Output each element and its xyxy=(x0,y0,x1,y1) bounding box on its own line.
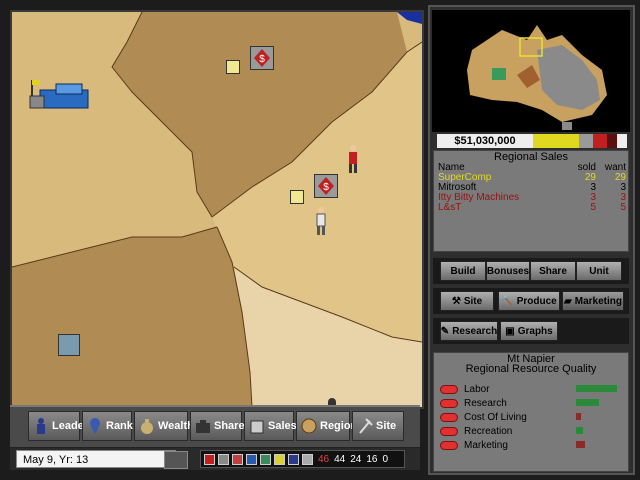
minimap[interactable] xyxy=(432,10,630,132)
finance-bar: $51,030,000 xyxy=(437,134,627,148)
sales-row: L&sT 5 5 xyxy=(434,203,628,213)
office-building-icon[interactable] xyxy=(58,334,80,356)
filter-gray-icon[interactable] xyxy=(218,453,229,465)
sales-sold: 5 xyxy=(590,202,596,213)
filter-yellow-icon[interactable] xyxy=(274,453,285,465)
build-button[interactable]: Build xyxy=(440,261,486,281)
pickaxe-icon xyxy=(357,417,373,435)
research-button[interactable]: ✎ Research xyxy=(440,321,498,341)
resource-label: Cost Of Living xyxy=(464,411,527,423)
keyboard-icon[interactable] xyxy=(164,451,188,469)
billboard-icon[interactable] xyxy=(226,60,240,74)
svg-text:$: $ xyxy=(323,182,329,193)
share-bar-red xyxy=(593,134,607,148)
resource-level-bar xyxy=(576,413,581,420)
factory-building-icon[interactable] xyxy=(26,78,94,112)
resource-row[interactable]: Recreation xyxy=(440,425,626,437)
site-button[interactable]: Site xyxy=(352,411,404,441)
resource-level-bar xyxy=(576,427,583,434)
filter-competitor-icon[interactable] xyxy=(232,453,243,465)
resource-row[interactable]: Marketing xyxy=(440,439,626,451)
resource-toggle-icon[interactable] xyxy=(440,398,458,408)
player-agent-icon[interactable] xyxy=(314,206,328,236)
resource-toggle-icon[interactable] xyxy=(440,384,458,394)
pen-icon: ✎ xyxy=(440,325,450,337)
sales-row: Itty Bitty Machines 3 3 xyxy=(434,193,628,203)
filter-red-icon[interactable] xyxy=(204,453,215,465)
game-map[interactable]: $ $ xyxy=(10,10,424,409)
marketing-button[interactable]: ▰ Marketing xyxy=(562,291,624,311)
pickaxe-icon: ⚒ xyxy=(451,295,461,307)
resource-toggle-icon[interactable] xyxy=(440,426,458,436)
resource-toggle-icon[interactable] xyxy=(440,412,458,422)
rival-agent-icon[interactable] xyxy=(346,144,360,174)
money-display: $51,030,000 xyxy=(454,135,516,147)
register-icon xyxy=(249,417,265,435)
resource-label: Recreation xyxy=(464,425,513,437)
filter-white-icon[interactable] xyxy=(302,453,313,465)
hammer-icon: 🔨 xyxy=(501,295,514,307)
region-resource-panel: Mt Napier Regional Resource Quality Labo… xyxy=(433,352,629,472)
share-tab-button[interactable]: Share xyxy=(530,261,576,281)
filter-navy-icon[interactable] xyxy=(288,453,299,465)
svg-text:$: $ xyxy=(259,54,265,65)
megaphone-icon: ▰ xyxy=(564,295,572,307)
icon-strip: 46 44 24 16 0 xyxy=(200,450,405,468)
filter-green-icon[interactable] xyxy=(260,453,271,465)
rank-button[interactable]: Rank xyxy=(82,411,133,441)
ribbon-icon xyxy=(87,417,103,435)
date-display: May 9, Yr: 13 xyxy=(16,450,176,468)
share-bar-yellow xyxy=(533,134,579,148)
regional-sales-table: Regional Sales Name sold want SuperComp 2… xyxy=(433,150,629,252)
resource-row[interactable]: Research xyxy=(440,397,626,409)
box-icon: ▣ xyxy=(505,325,515,337)
counter: 46 xyxy=(318,453,330,465)
sales-button[interactable]: Sales xyxy=(244,411,297,441)
resource-label: Research xyxy=(464,397,507,409)
unit-button[interactable]: Unit xyxy=(576,261,622,281)
resource-row[interactable]: Cost Of Living xyxy=(440,411,626,423)
resource-label: Marketing xyxy=(464,439,508,451)
filter-blue-icon[interactable] xyxy=(246,453,257,465)
region-subtitle: Regional Resource Quality xyxy=(465,363,597,375)
billboard-icon[interactable] xyxy=(290,190,304,204)
competitor-site-icon[interactable]: $ xyxy=(314,174,338,198)
resource-level-bar xyxy=(576,441,585,448)
resource-row[interactable]: Labor xyxy=(440,383,626,395)
bonuses-button[interactable]: Bonuses xyxy=(486,261,530,281)
competitor-site-icon[interactable]: $ xyxy=(250,46,274,70)
produce-button[interactable]: 🔨 Produce xyxy=(498,291,560,311)
resource-level-bar xyxy=(576,399,599,406)
resource-label: Labor xyxy=(464,383,490,395)
share-bar-darkred xyxy=(607,134,617,148)
counter: 16 xyxy=(366,453,378,465)
briefcase-icon xyxy=(195,417,211,435)
money-bag-icon xyxy=(139,417,155,435)
share-button[interactable]: Share xyxy=(190,411,245,441)
globe-icon xyxy=(301,417,317,435)
resource-level-bar xyxy=(576,385,617,392)
region-button[interactable]: Region xyxy=(296,411,357,441)
site-action-button[interactable]: ⚒ Site xyxy=(440,291,494,311)
resource-toggle-icon[interactable] xyxy=(440,440,458,450)
share-bar-gray xyxy=(579,134,593,148)
counter: 0 xyxy=(382,453,389,465)
wealth-button[interactable]: Wealth xyxy=(134,411,194,441)
leader-button[interactable]: Leader xyxy=(28,411,88,441)
counter: 44 xyxy=(334,453,346,465)
bottom-toolbar: Leader Rank Wealth Share Sales Region Si… xyxy=(10,405,420,449)
person-icon xyxy=(33,417,49,435)
graphs-button[interactable]: ▣ Graphs xyxy=(500,321,558,341)
sales-want: 5 xyxy=(620,202,626,213)
counter: 24 xyxy=(350,453,362,465)
sales-name: L&sT xyxy=(438,202,462,213)
